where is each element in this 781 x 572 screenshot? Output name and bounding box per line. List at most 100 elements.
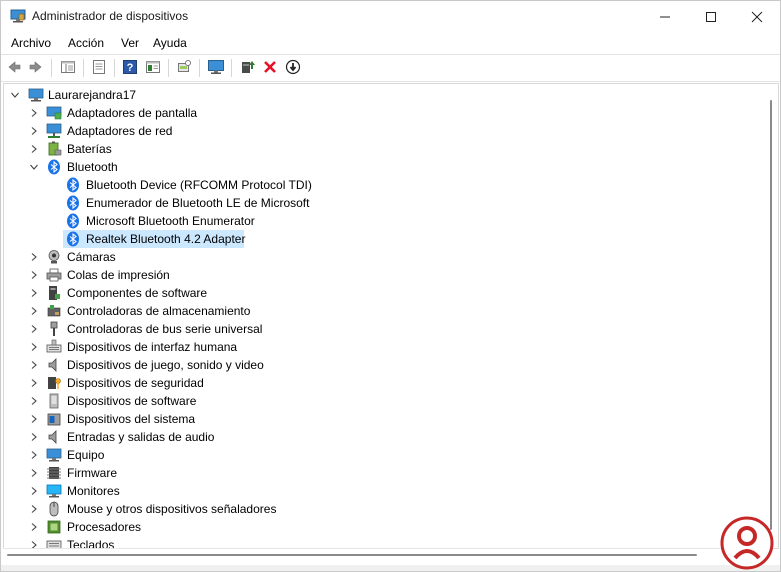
tree-item[interactable]: Controladoras de almacenamiento xyxy=(4,302,764,320)
tree-item[interactable]: Dispositivos de interfaz humana xyxy=(4,338,764,356)
show-hide-tree-icon xyxy=(61,61,75,73)
tree-child-item[interactable]: Enumerador de Bluetooth LE de Microsoft xyxy=(4,194,764,212)
monitor-button[interactable] xyxy=(207,58,225,76)
tree-item-label: Procesadores xyxy=(67,520,142,534)
tree-item[interactable]: Adaptadores de red xyxy=(4,122,764,140)
tree-child-label: Bluetooth Device (RFCOMM Protocol TDI) xyxy=(86,178,312,192)
vertical-scrollbar[interactable] xyxy=(767,100,775,532)
menu-archivo[interactable]: Archivo xyxy=(11,36,51,50)
chevron-right-icon[interactable] xyxy=(29,144,39,154)
view-button[interactable] xyxy=(144,58,162,76)
tree-child-item[interactable]: Microsoft Bluetooth Enumerator xyxy=(4,212,764,230)
tree-item[interactable]: Dispositivos de seguridad xyxy=(4,374,764,392)
horizontal-scrollbar-thumb[interactable] xyxy=(7,554,697,556)
tree-root[interactable]: Laurarejandra17 xyxy=(4,86,764,104)
menu-ayuda[interactable]: Ayuda xyxy=(153,36,187,50)
chevron-right-icon[interactable] xyxy=(29,486,39,496)
tree-item[interactable]: Controladoras de bus serie universal xyxy=(4,320,764,338)
tree-item-label: Mouse y otros dispositivos señaladores xyxy=(67,502,277,516)
firmware-icon xyxy=(47,467,61,479)
close-button[interactable] xyxy=(734,1,780,32)
toolbar-separator xyxy=(199,59,200,77)
chevron-right-icon[interactable] xyxy=(29,396,39,406)
chevron-right-icon[interactable] xyxy=(29,270,39,280)
menu-ver[interactable]: Ver xyxy=(121,36,139,50)
chevron-right-icon[interactable] xyxy=(29,432,39,442)
tree-item[interactable]: Mouse y otros dispositivos señaladores xyxy=(4,500,764,518)
tree-item[interactable]: Firmware xyxy=(4,464,764,482)
software-component-icon xyxy=(49,286,60,300)
chevron-right-icon[interactable] xyxy=(29,306,39,316)
chevron-down-icon[interactable] xyxy=(29,162,39,172)
tree-child-item[interactable]: Bluetooth Device (RFCOMM Protocol TDI) xyxy=(4,176,764,194)
tree-item[interactable]: Procesadores xyxy=(4,518,764,536)
tree-item-label: Adaptadores de pantalla xyxy=(67,106,198,120)
tree-item-label: Dispositivos de seguridad xyxy=(67,376,204,390)
tree-item[interactable]: Cámaras xyxy=(4,248,764,266)
maximize-icon xyxy=(706,11,716,22)
tree-item[interactable]: Componentes de software xyxy=(4,284,764,302)
chevron-right-icon[interactable] xyxy=(29,360,39,370)
chevron-right-icon[interactable] xyxy=(29,252,39,262)
help-icon: ? xyxy=(123,60,137,74)
software-device-icon xyxy=(49,393,59,409)
show-hide-tree-button[interactable] xyxy=(59,58,77,76)
toolbar: ? xyxy=(1,55,780,81)
view-icon xyxy=(146,61,160,73)
tree-item-label: Dispositivos de interfaz humana xyxy=(67,340,238,354)
maximize-button[interactable] xyxy=(688,1,734,32)
tree-item[interactable]: Dispositivos del sistema xyxy=(4,410,764,428)
chevron-right-icon[interactable] xyxy=(29,522,39,532)
minimize-button[interactable] xyxy=(642,1,688,32)
vertical-scrollbar-thumb[interactable] xyxy=(770,100,772,530)
chevron-right-icon[interactable] xyxy=(29,504,39,514)
tree-item[interactable]: Entradas y salidas de audio xyxy=(4,428,764,446)
minimize-icon xyxy=(660,16,670,17)
system-device-icon xyxy=(47,413,61,426)
tree-item[interactable]: Monitores xyxy=(4,482,764,500)
scan-hardware-icon xyxy=(178,60,191,72)
chevron-right-icon[interactable] xyxy=(29,378,39,388)
tree-item[interactable]: Adaptadores de pantalla xyxy=(4,104,764,122)
title-bar[interactable]: Administrador de dispositivos xyxy=(1,1,780,32)
chevron-right-icon[interactable] xyxy=(29,126,39,136)
forward-button[interactable] xyxy=(27,58,45,76)
chevron-right-icon[interactable] xyxy=(29,414,39,424)
uninstall-button[interactable] xyxy=(261,58,279,76)
hid-icon xyxy=(46,339,62,353)
update-driver-button[interactable] xyxy=(239,58,257,76)
menu-accion[interactable]: Acción xyxy=(68,36,104,50)
tree-child-item-selected[interactable]: Realtek Bluetooth 4.2 Adapter xyxy=(4,230,764,248)
disable-device-button[interactable] xyxy=(284,58,302,76)
back-button[interactable] xyxy=(5,58,23,76)
status-bar xyxy=(1,565,780,571)
tree-item[interactable]: Dispositivos de software xyxy=(4,392,764,410)
horizontal-scrollbar[interactable] xyxy=(3,548,765,566)
chevron-right-icon[interactable] xyxy=(29,342,39,352)
tree-item[interactable]: Equipo xyxy=(4,446,764,464)
chevron-down-icon[interactable] xyxy=(10,90,20,100)
tree-item[interactable]: Colas de impresión xyxy=(4,266,764,284)
toolbar-divider xyxy=(1,81,780,82)
tree-item-label: Dispositivos de juego, sonido y video xyxy=(67,358,264,372)
chevron-right-icon[interactable] xyxy=(29,468,39,478)
chevron-right-icon[interactable] xyxy=(29,450,39,460)
printer-icon xyxy=(46,268,62,282)
chevron-right-icon[interactable] xyxy=(29,324,39,334)
toolbar-separator xyxy=(114,59,115,77)
bluetooth-icon xyxy=(67,231,79,247)
device-tree[interactable]: Laurarejandra17 Adaptadores de pantalla … xyxy=(3,83,779,549)
properties-button[interactable] xyxy=(90,58,108,76)
tree-item[interactable]: Baterías xyxy=(4,140,764,158)
device-manager-window: Administrador de dispositivos Archivo Ac… xyxy=(0,0,781,572)
chevron-right-icon[interactable] xyxy=(29,108,39,118)
tree-item-label: Dispositivos del sistema xyxy=(67,412,196,426)
scan-hardware-button[interactable] xyxy=(175,58,193,76)
display-adapter-icon xyxy=(46,106,62,120)
tree-item-bluetooth[interactable]: Bluetooth xyxy=(4,158,764,176)
tree-item[interactable]: Dispositivos de juego, sonido y video xyxy=(4,356,764,374)
forward-arrow-icon xyxy=(29,61,42,73)
chevron-right-icon[interactable] xyxy=(29,288,39,298)
help-button[interactable]: ? xyxy=(121,58,139,76)
monitor-icon xyxy=(46,484,62,498)
